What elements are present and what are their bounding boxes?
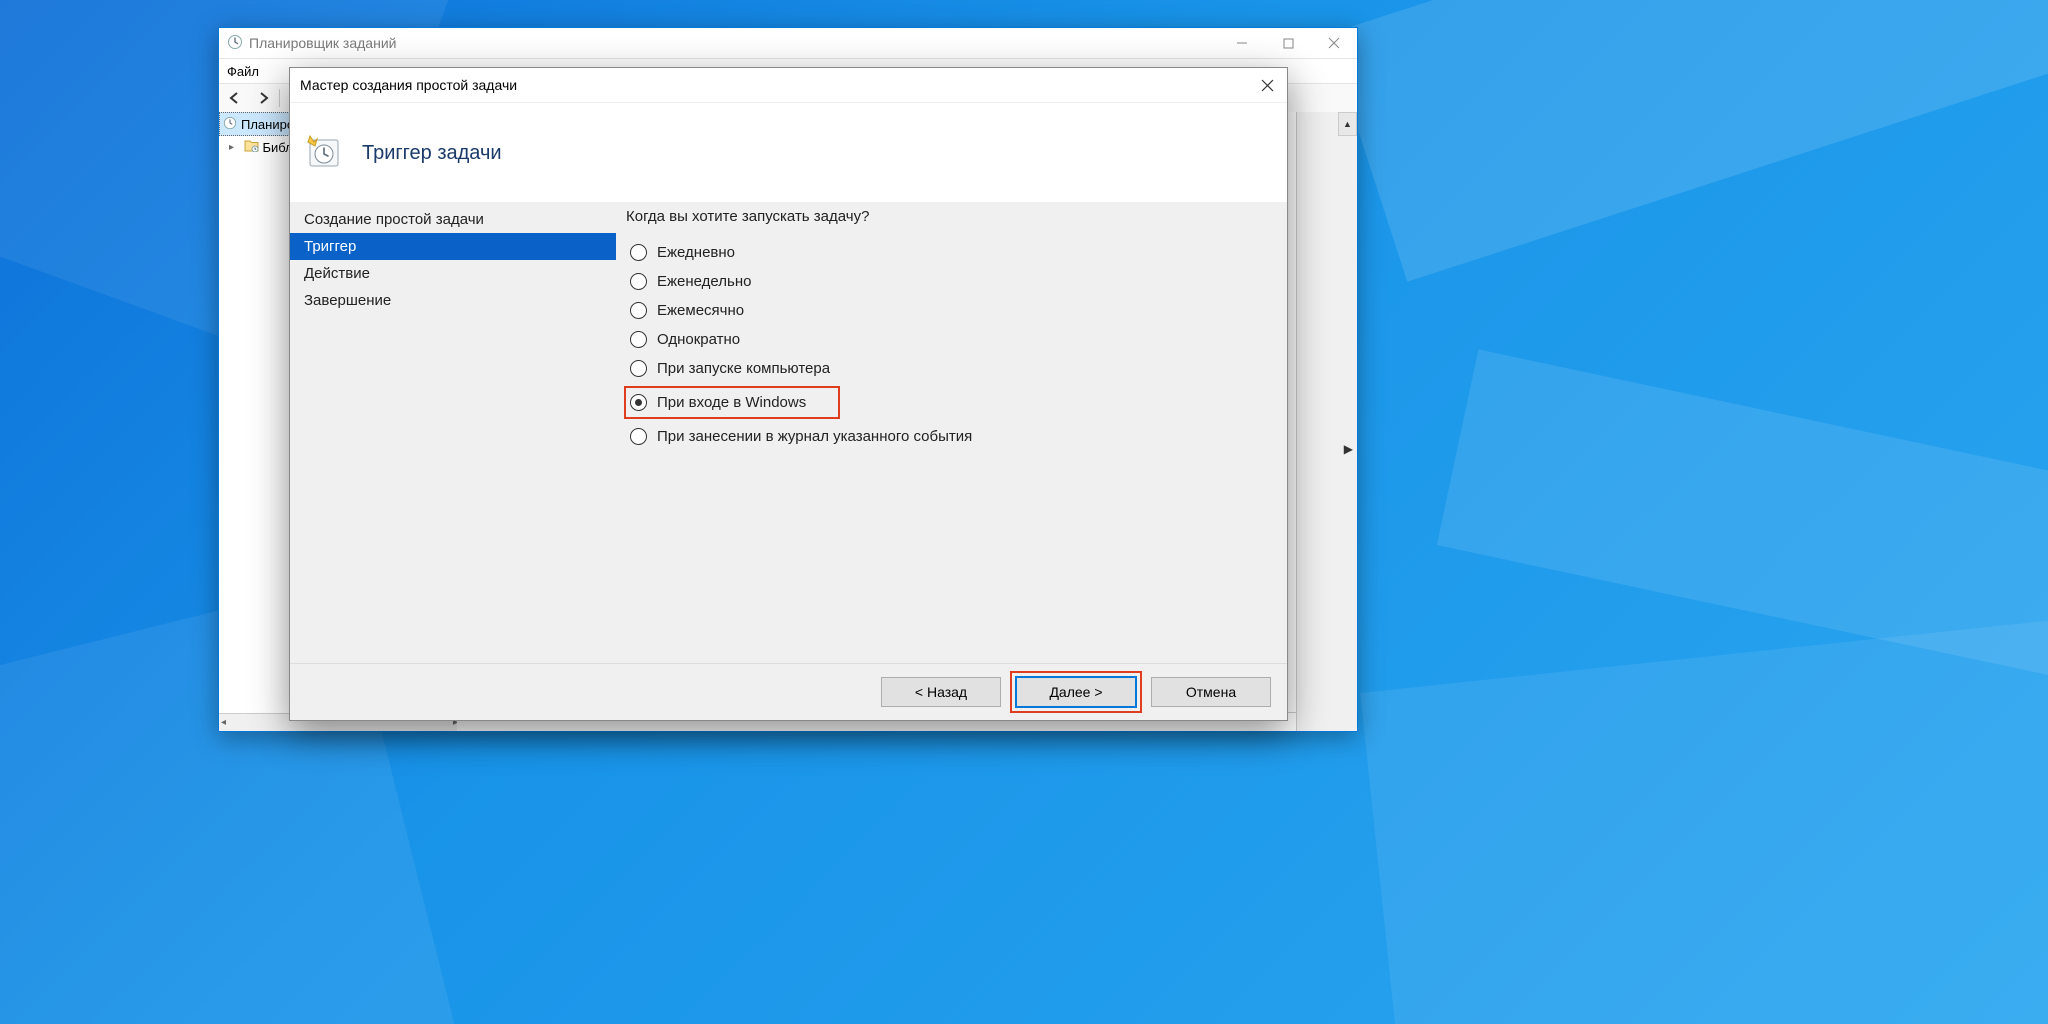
radio-icon xyxy=(630,244,647,261)
chevron-right-icon: ▸ xyxy=(229,142,240,153)
next-button[interactable]: Далее > xyxy=(1015,676,1137,708)
minimize-button[interactable] xyxy=(1219,28,1265,58)
radio-daily[interactable]: Ежедневно xyxy=(626,239,1277,266)
scroll-left-icon[interactable]: ◂ xyxy=(221,717,226,728)
wizard-steps: Создание простой задачи Триггер Действие… xyxy=(290,202,616,664)
close-button[interactable] xyxy=(1311,28,1357,58)
step-trigger[interactable]: Триггер xyxy=(290,233,616,260)
back-button[interactable]: < Назад xyxy=(881,677,1001,707)
titlebar[interactable]: Планировщик заданий xyxy=(219,28,1357,59)
radio-label: При занесении в журнал указанного событи… xyxy=(657,428,972,445)
radio-icon xyxy=(630,428,647,445)
radio-label: Ежедневно xyxy=(657,244,735,261)
radio-monthly[interactable]: Ежемесячно xyxy=(626,297,1277,324)
wizard-footer: < Назад Далее > Отмена xyxy=(290,663,1287,720)
radio-icon xyxy=(630,360,647,377)
wizard-header-title: Триггер задачи xyxy=(362,142,502,165)
radio-label: При входе в Windows xyxy=(657,394,806,411)
radio-startup[interactable]: При запуске компьютера xyxy=(626,355,1277,382)
radio-icon-selected xyxy=(630,394,647,411)
radio-label: Еженедельно xyxy=(657,273,751,290)
chevron-right-icon[interactable]: ▶ xyxy=(1344,442,1353,456)
clock-icon xyxy=(223,116,237,133)
step-finish[interactable]: Завершение xyxy=(290,287,616,314)
annotation-highlight: При входе в Windows xyxy=(624,386,840,419)
folder-icon xyxy=(244,139,259,155)
step-action[interactable]: Действие xyxy=(290,260,616,287)
back-button[interactable] xyxy=(223,87,247,109)
radio-icon xyxy=(630,331,647,348)
trigger-question: Когда вы хотите запускать задачу? xyxy=(626,208,1277,225)
radio-event[interactable]: При занесении в журнал указанного событи… xyxy=(626,423,1277,450)
maximize-button[interactable] xyxy=(1265,28,1311,58)
cancel-button[interactable]: Отмена xyxy=(1151,677,1271,707)
wizard-icon xyxy=(304,132,344,175)
wizard-title: Мастер создания простой задачи xyxy=(300,77,517,93)
radio-label: При запуске компьютера xyxy=(657,360,830,377)
menu-file[interactable]: Файл xyxy=(227,64,259,79)
create-basic-task-wizard: Мастер создания простой задачи Триггер з… xyxy=(289,67,1288,721)
step-create[interactable]: Создание простой задачи xyxy=(290,206,616,233)
radio-label: Ежемесячно xyxy=(657,302,744,319)
radio-weekly[interactable]: Еженедельно xyxy=(626,268,1277,295)
scroll-up-button[interactable]: ▲ xyxy=(1338,112,1357,136)
radio-once[interactable]: Однократно xyxy=(626,326,1277,353)
radio-logon[interactable]: При входе в Windows xyxy=(626,389,834,416)
radio-label: Однократно xyxy=(657,331,740,348)
wizard-titlebar[interactable]: Мастер создания простой задачи xyxy=(290,68,1287,103)
wizard-content: Когда вы хотите запускать задачу? Ежедне… xyxy=(616,202,1287,664)
close-button[interactable] xyxy=(1247,68,1287,102)
radio-icon xyxy=(630,273,647,290)
window-title: Планировщик заданий xyxy=(249,35,396,51)
radio-icon xyxy=(630,302,647,319)
actions-pane: ▲ ▶ xyxy=(1296,112,1357,731)
clock-icon xyxy=(227,34,243,53)
forward-button[interactable] xyxy=(251,87,275,109)
wizard-header: Триггер задачи xyxy=(290,103,1287,203)
